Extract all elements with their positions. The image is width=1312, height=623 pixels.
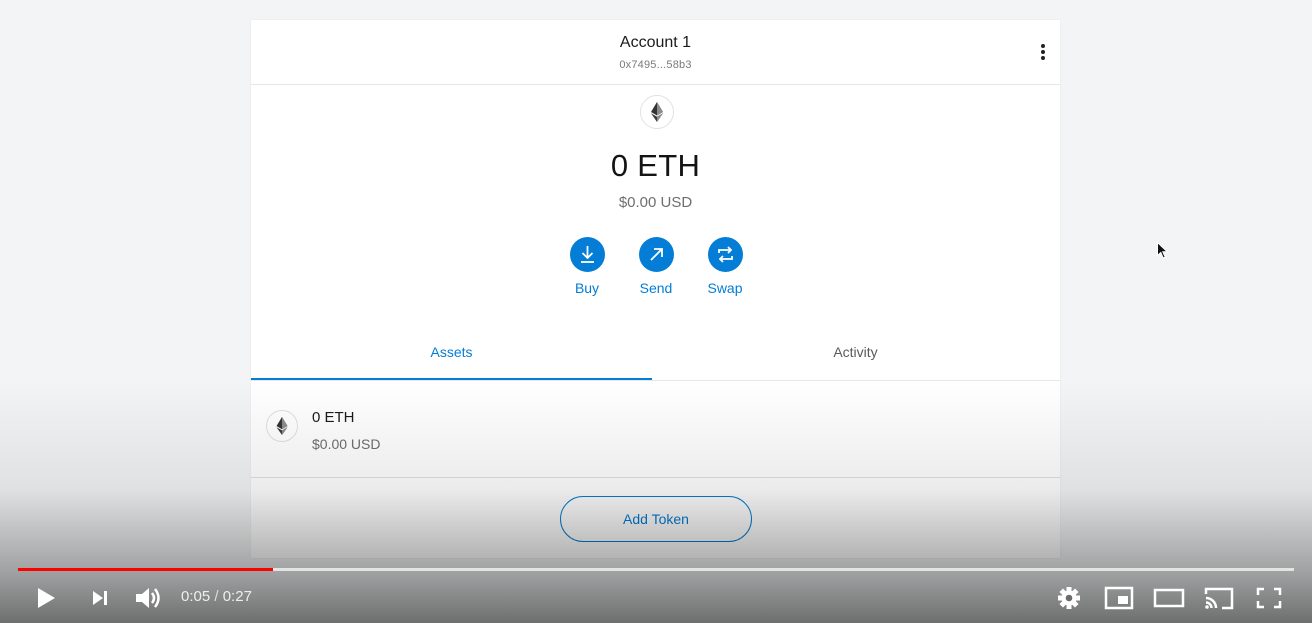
current-time: 0:05	[181, 588, 211, 605]
arrow-up-right-icon	[649, 248, 663, 261]
asset-list-item[interactable]: 0 ETH $0.00 USD	[251, 381, 1060, 478]
play-button[interactable]	[28, 583, 64, 613]
fullscreen-button[interactable]	[1251, 583, 1287, 613]
next-icon	[93, 591, 107, 605]
ethereum-icon	[640, 95, 674, 129]
account-name[interactable]: Account 1	[251, 34, 1060, 52]
play-icon	[38, 588, 55, 608]
asset-amount: 0 ETH	[312, 409, 355, 426]
duration: 0:27	[222, 588, 252, 605]
fullscreen-icon	[1256, 587, 1282, 609]
balance-amount: 0 ETH	[610, 148, 701, 183]
ethereum-icon	[266, 410, 298, 442]
add-token-button[interactable]: Add Token	[560, 496, 752, 542]
metamask-wallet-panel: Account 1 0x7495...58b3 0 ETH $0.00 USD	[251, 20, 1060, 558]
player-controls: 0:05 / 0:27	[0, 575, 1312, 623]
tab-assets[interactable]: Assets	[251, 335, 652, 380]
asset-fiat: $0.00 USD	[312, 436, 381, 452]
account-address[interactable]: 0x7495...58b3	[251, 59, 1060, 71]
account-options-kebab-icon[interactable]	[1035, 42, 1051, 64]
next-button[interactable]	[82, 583, 118, 613]
video-frame[interactable]: Account 1 0x7495...58b3 0 ETH $0.00 USD	[0, 0, 1312, 623]
buy-label: Buy	[574, 280, 600, 296]
cast-icon	[1204, 587, 1234, 610]
account-header: Account 1 0x7495...58b3	[251, 20, 1060, 85]
tab-activity[interactable]: Activity	[655, 335, 1056, 378]
miniplayer-button[interactable]	[1101, 583, 1137, 613]
progress-played	[18, 568, 274, 571]
cast-button[interactable]	[1201, 583, 1237, 613]
balance-fiat: $0.00 USD	[618, 194, 693, 211]
send-button[interactable]: Send	[626, 237, 686, 296]
swap-label: Swap	[707, 280, 743, 296]
buy-button[interactable]: Buy	[557, 237, 617, 296]
video-player[interactable]: Account 1 0x7495...58b3 0 ETH $0.00 USD	[0, 0, 1312, 623]
volume-icon	[136, 588, 160, 608]
theater-mode-icon	[1153, 588, 1185, 608]
mouse-cursor-icon	[1157, 242, 1168, 259]
miniplayer-icon	[1104, 586, 1134, 610]
volume-button[interactable]	[131, 583, 167, 613]
send-label: Send	[639, 280, 673, 296]
download-icon	[580, 246, 594, 263]
wallet-tabs: Assets Activity	[251, 335, 1060, 381]
progress-bar[interactable]	[18, 568, 1294, 571]
settings-button[interactable]	[1051, 583, 1087, 613]
time-separator: /	[210, 588, 223, 605]
theater-mode-button[interactable]	[1151, 583, 1187, 613]
time-display: 0:05 / 0:27	[181, 588, 252, 605]
swap-button[interactable]: Swap	[695, 237, 755, 296]
settings-icon	[1058, 587, 1080, 609]
swap-icon	[717, 246, 733, 263]
